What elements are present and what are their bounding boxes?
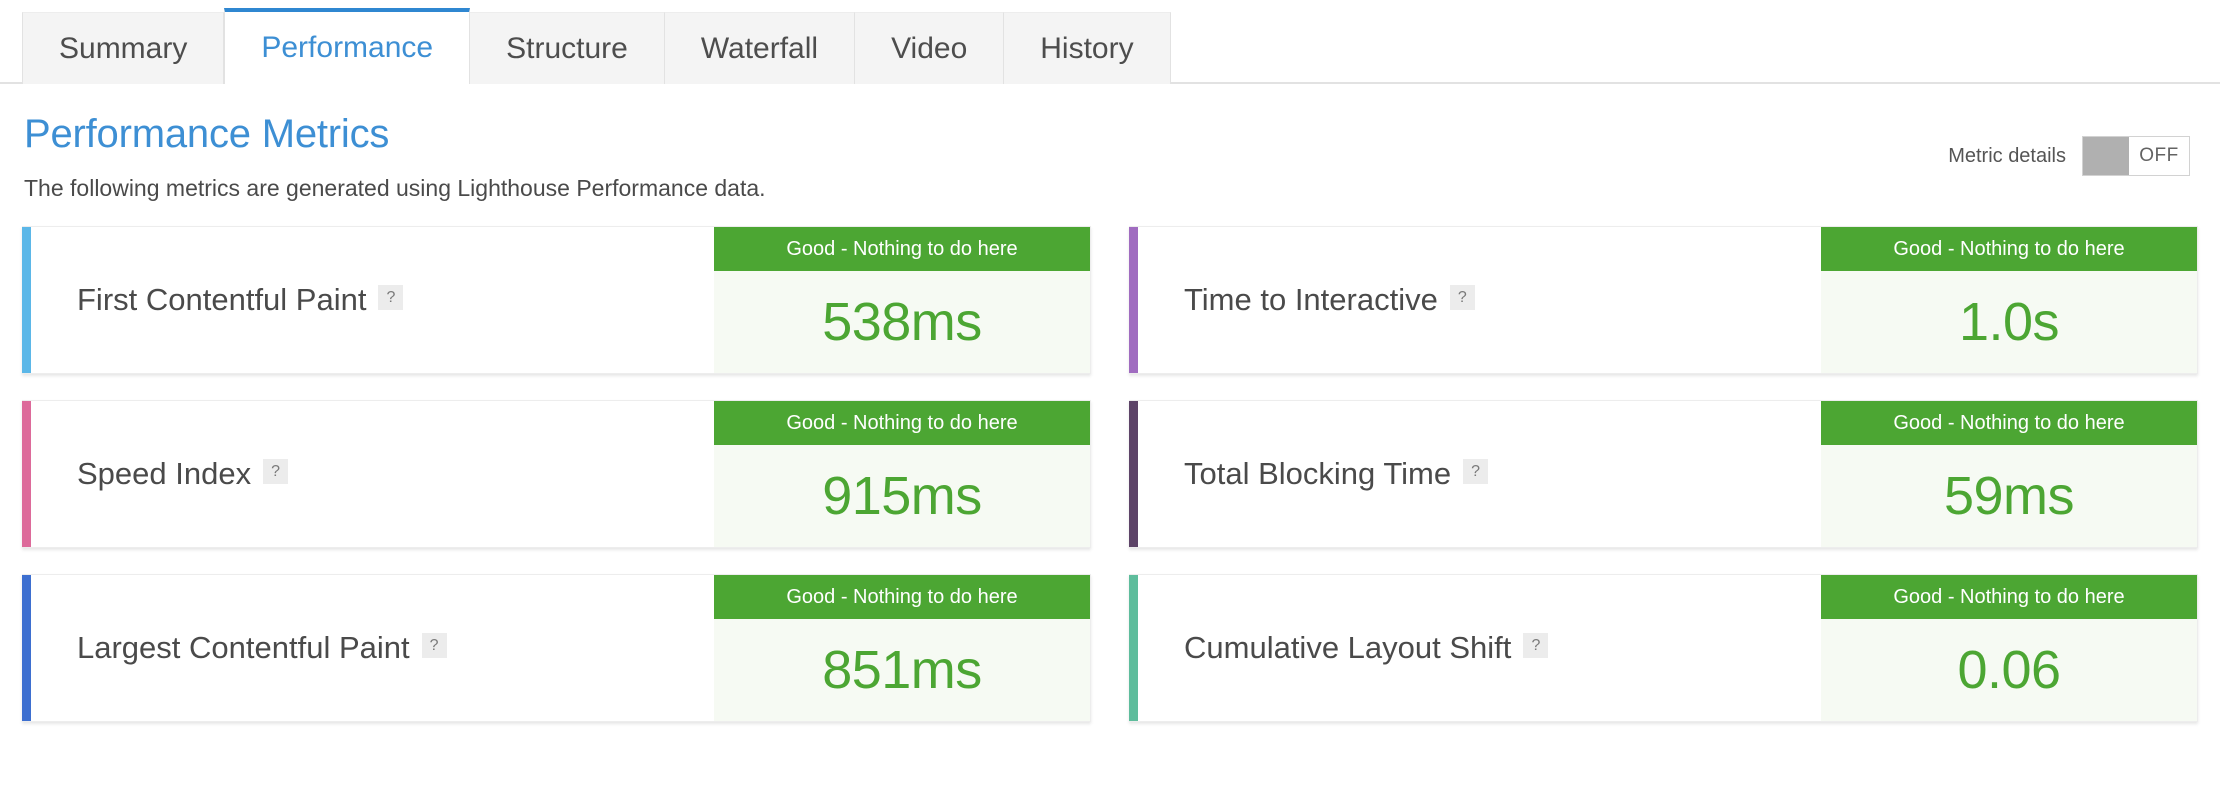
- status-badge: Good - Nothing to do here: [714, 575, 1090, 619]
- metric-accent-bar: [1129, 575, 1138, 721]
- tab-performance[interactable]: Performance: [224, 8, 471, 84]
- help-icon[interactable]: ?: [1449, 284, 1475, 310]
- tab-label: Waterfall: [700, 31, 819, 65]
- metric-card-total-blocking-time: Total Blocking Time ? Good - Nothing to …: [1129, 400, 2198, 548]
- help-icon[interactable]: ?: [421, 632, 447, 658]
- metric-card-body: Cumulative Layout Shift ?: [1138, 575, 1821, 721]
- metric-card-body: Time to Interactive ?: [1138, 227, 1821, 373]
- tab-waterfall[interactable]: Waterfall: [664, 12, 856, 84]
- metric-details-label: Metric details: [1948, 144, 2066, 167]
- help-icon[interactable]: ?: [378, 284, 404, 310]
- metric-result: Good - Nothing to do here 59ms: [1821, 401, 2197, 547]
- metric-value: 1.0s: [1821, 271, 2197, 373]
- metric-accent-bar: [1129, 227, 1138, 373]
- metric-card-largest-contentful-paint: Largest Contentful Paint ? Good - Nothin…: [22, 574, 1091, 722]
- metric-details-toggle[interactable]: OFF: [2082, 136, 2190, 176]
- tab-label: Performance: [261, 31, 434, 64]
- tab-video[interactable]: Video: [855, 12, 1005, 84]
- tab-label: History: [1040, 31, 1134, 65]
- metrics-grid: First Contentful Paint ? Good - Nothing …: [0, 226, 2220, 722]
- metric-value: 538ms: [714, 271, 1090, 373]
- metric-accent-bar: [1129, 401, 1138, 547]
- help-icon[interactable]: ?: [1463, 458, 1489, 484]
- metric-value: 0.06: [1821, 619, 2197, 721]
- metric-name: Cumulative Layout Shift: [1184, 630, 1512, 665]
- metric-card-body: Total Blocking Time ?: [1138, 401, 1821, 547]
- page-title: Performance Metrics: [24, 112, 390, 156]
- metric-value: 915ms: [714, 445, 1090, 547]
- metric-name: First Contentful Paint: [77, 282, 367, 317]
- tab-label: Video: [891, 31, 968, 65]
- metric-name: Time to Interactive: [1184, 282, 1438, 317]
- tab-label: Summary: [59, 31, 188, 65]
- help-icon[interactable]: ?: [1523, 632, 1549, 658]
- performance-metrics-page: Summary Performance Structure Waterfall …: [0, 0, 2220, 800]
- tab-history[interactable]: History: [1004, 12, 1171, 84]
- toggle-knob[interactable]: [2083, 137, 2129, 175]
- status-badge: Good - Nothing to do here: [1821, 401, 2197, 445]
- tab-summary[interactable]: Summary: [22, 12, 225, 84]
- metric-result: Good - Nothing to do here 915ms: [714, 401, 1090, 547]
- metric-result: Good - Nothing to do here 538ms: [714, 227, 1090, 373]
- metric-value: 851ms: [714, 619, 1090, 721]
- toggle-state-label: OFF: [2139, 145, 2179, 166]
- metric-result: Good - Nothing to do here 0.06: [1821, 575, 2197, 721]
- metric-name: Speed Index: [77, 456, 252, 491]
- status-badge: Good - Nothing to do here: [1821, 575, 2197, 619]
- metric-result: Good - Nothing to do here 851ms: [714, 575, 1090, 721]
- status-badge: Good - Nothing to do here: [714, 227, 1090, 271]
- status-badge: Good - Nothing to do here: [1821, 227, 2197, 271]
- help-icon[interactable]: ?: [263, 458, 289, 484]
- metric-card-cumulative-layout-shift: Cumulative Layout Shift ? Good - Nothing…: [1129, 574, 2198, 722]
- metric-result: Good - Nothing to do here 1.0s: [1821, 227, 2197, 373]
- metric-card-first-contentful-paint: First Contentful Paint ? Good - Nothing …: [22, 226, 1091, 374]
- metric-accent-bar: [22, 401, 31, 547]
- metric-details-toggle-group: Metric details OFF: [1948, 136, 2190, 176]
- tab-structure[interactable]: Structure: [470, 12, 665, 84]
- metric-card-time-to-interactive: Time to Interactive ? Good - Nothing to …: [1129, 226, 2198, 374]
- metric-accent-bar: [22, 575, 31, 721]
- tab-label: Structure: [506, 31, 628, 65]
- tab-bar: Summary Performance Structure Waterfall …: [0, 0, 2220, 84]
- metric-card-body: Speed Index ?: [31, 401, 714, 547]
- header-section: Performance Metrics The following metric…: [0, 84, 2220, 202]
- status-badge: Good - Nothing to do here: [714, 401, 1090, 445]
- metric-card-body: First Contentful Paint ?: [31, 227, 714, 373]
- metric-name: Largest Contentful Paint: [77, 630, 410, 665]
- metric-accent-bar: [22, 227, 31, 373]
- metric-card-body: Largest Contentful Paint ?: [31, 575, 714, 721]
- metric-name: Total Blocking Time: [1184, 456, 1452, 491]
- metric-value: 59ms: [1821, 445, 2197, 547]
- metric-card-speed-index: Speed Index ? Good - Nothing to do here …: [22, 400, 1091, 548]
- page-subtitle: The following metrics are generated usin…: [24, 175, 766, 201]
